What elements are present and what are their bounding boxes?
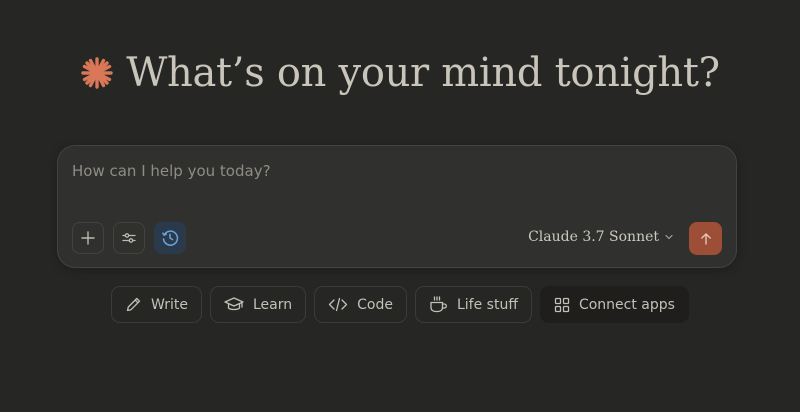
chip-connect-apps[interactable]: Connect apps — [539, 286, 689, 323]
send-button[interactable] — [689, 222, 722, 255]
chip-label: Connect apps — [578, 296, 675, 313]
greeting-header: What’s on your mind tonight? — [0, 50, 800, 96]
graduation-cap-icon — [224, 297, 244, 311]
suggestion-chips: Write Learn Code Life stuff Connect apps — [0, 286, 800, 323]
chip-label: Write — [151, 296, 188, 313]
clock-icon — [162, 230, 179, 246]
claude-spark-icon — [80, 56, 114, 90]
page-title: What’s on your mind tonight? — [126, 50, 720, 96]
arrow-up-icon — [700, 232, 711, 245]
chip-label: Learn — [253, 296, 293, 313]
model-name: Claude 3.7 Sonnet — [528, 229, 659, 245]
plus-icon — [81, 231, 95, 245]
code-icon — [328, 297, 348, 312]
model-selector[interactable]: Claude 3.7 Sonnet — [528, 229, 674, 245]
chip-life-stuff[interactable]: Life stuff — [414, 286, 532, 323]
extended-thinking-toggle[interactable] — [154, 222, 186, 254]
prompt-input[interactable] — [72, 162, 712, 180]
chip-learn[interactable]: Learn — [210, 286, 307, 323]
add-attachment-button[interactable] — [72, 222, 104, 254]
chip-write[interactable]: Write — [111, 286, 202, 323]
message-composer: Claude 3.7 Sonnet — [57, 145, 737, 268]
chip-label: Life stuff — [456, 296, 518, 313]
pencil-icon — [126, 297, 141, 312]
tools-settings-button[interactable] — [113, 222, 145, 254]
chip-label: Code — [357, 296, 393, 313]
coffee-cup-icon — [430, 296, 447, 313]
chevron-down-icon — [665, 234, 673, 240]
apps-grid-icon — [554, 297, 570, 312]
chip-code[interactable]: Code — [314, 286, 407, 323]
sliders-icon — [122, 233, 136, 243]
